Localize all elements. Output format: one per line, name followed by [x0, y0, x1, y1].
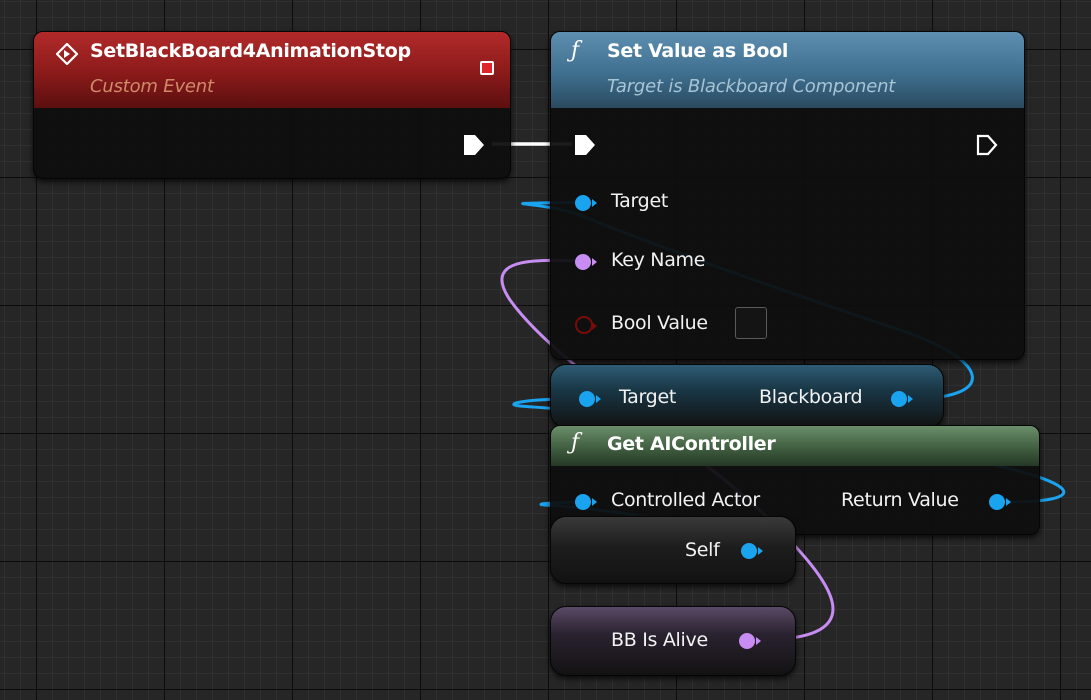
set-value-title: Set Value as Bool [607, 40, 789, 62]
exec-output-pin-unconnected[interactable] [975, 133, 999, 161]
custom-event-node[interactable]: SetBlackBoard4AnimationStop Custom Event [33, 31, 511, 179]
set-value-header: ƒ Set Value as Bool Target is Blackboard… [551, 32, 1024, 108]
target-input-pin[interactable] [575, 195, 597, 211]
function-icon: ƒ [571, 38, 580, 63]
exec-input-pin[interactable] [573, 133, 597, 161]
custom-event-header: SetBlackBoard4AnimationStop Custom Event [34, 32, 510, 108]
exec-output-pin[interactable] [462, 133, 486, 161]
set-value-as-bool-node[interactable]: ƒ Set Value as Bool Target is Blackboard… [550, 31, 1025, 360]
bool-value-input-pin[interactable] [575, 316, 597, 334]
blackboard-output-pin[interactable] [891, 391, 913, 407]
self-node[interactable]: Self [550, 516, 796, 584]
key-name-label: Key Name [611, 249, 706, 271]
target-label: Target [611, 190, 668, 212]
set-value-subtitle: Target is Blackboard Component [607, 76, 896, 97]
blackboard-target-label: Target [619, 386, 676, 408]
custom-event-title: SetBlackBoard4AnimationStop [90, 40, 411, 62]
return-value-output-pin[interactable] [989, 494, 1011, 510]
bool-value-label: Bool Value [611, 312, 708, 334]
get-blackboard-node[interactable]: Target Blackboard [550, 364, 944, 428]
bb-is-alive-node[interactable]: BB Is Alive [550, 606, 796, 676]
blueprint-graph-canvas[interactable]: SetBlackBoard4AnimationStop Custom Event… [0, 0, 1091, 700]
event-diamond-icon [55, 42, 79, 69]
get-ai-controller-header: ƒ Get AIController [551, 426, 1039, 466]
return-value-label: Return Value [841, 489, 959, 511]
custom-event-subtitle: Custom Event [90, 76, 214, 97]
bb-is-alive-label: BB Is Alive [611, 629, 708, 651]
key-name-input-pin[interactable] [575, 254, 597, 270]
delegate-pin[interactable] [480, 61, 494, 75]
blackboard-output-label: Blackboard [759, 386, 863, 408]
bool-value-checkbox[interactable] [735, 307, 767, 339]
controlled-actor-input-pin[interactable] [575, 494, 597, 510]
self-label: Self [685, 539, 720, 561]
controlled-actor-label: Controlled Actor [611, 489, 760, 511]
blackboard-target-input-pin[interactable] [579, 391, 601, 407]
self-output-pin[interactable] [741, 543, 763, 559]
function-icon: ƒ [571, 430, 580, 455]
get-ai-controller-title: Get AIController [607, 433, 776, 455]
bb-is-alive-output-pin[interactable] [739, 633, 761, 649]
